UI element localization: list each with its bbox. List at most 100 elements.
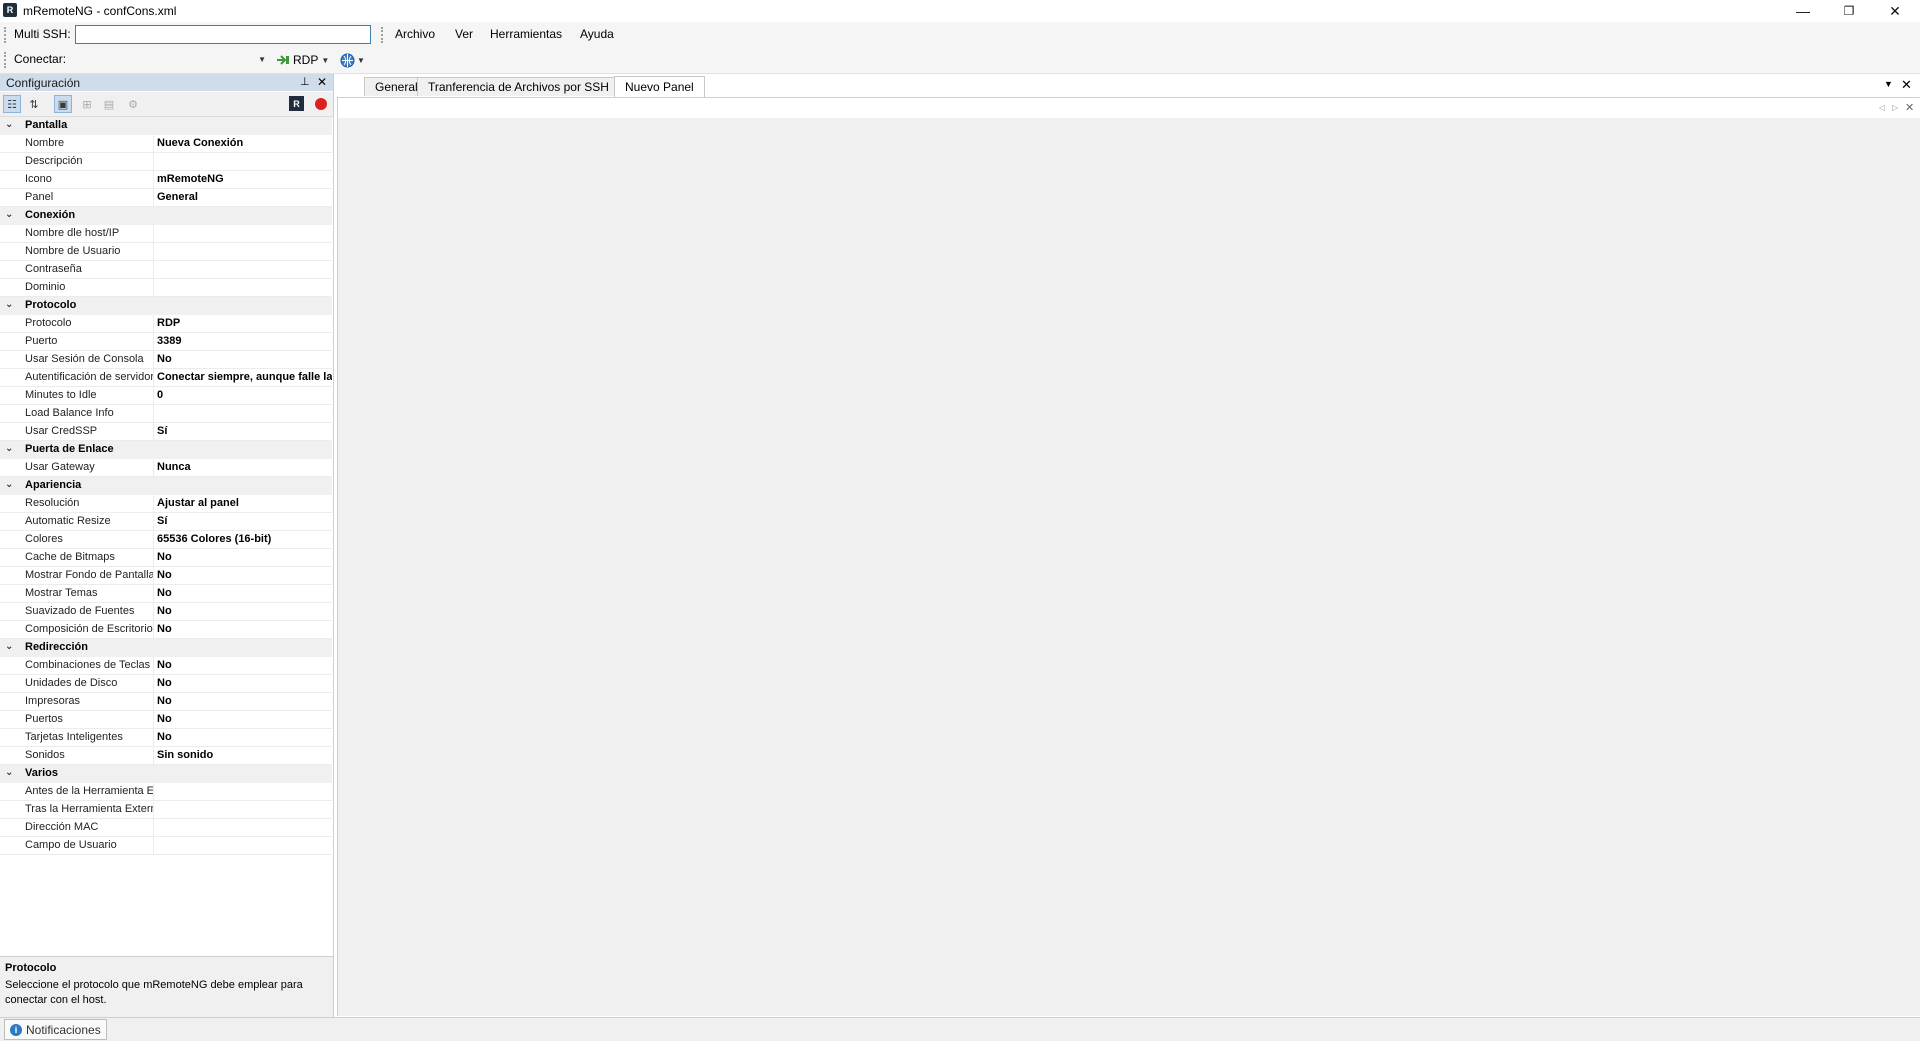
external-tools-button[interactable]: ▼ xyxy=(340,51,365,69)
property-row[interactable]: Tras la Herramienta Externa xyxy=(0,801,332,819)
property-row[interactable]: Suavizado de Fuentes No xyxy=(0,603,332,621)
property-value[interactable]: General xyxy=(157,191,332,203)
property-value[interactable]: Sin sonido xyxy=(157,749,332,761)
close-button[interactable]: ✕ xyxy=(1872,0,1918,22)
property-value[interactable]: Nunca xyxy=(157,461,332,473)
menu-grip-icon[interactable] xyxy=(381,27,386,43)
property-row[interactable]: Automatic Resize Sí xyxy=(0,513,332,531)
connect-combobox[interactable]: ▼ xyxy=(72,50,270,69)
toolbar-grip-icon[interactable] xyxy=(4,27,9,43)
pin-icon[interactable]: ⊥ xyxy=(300,75,310,88)
category-row[interactable]: ⌄ Protocolo xyxy=(0,297,332,315)
panel-close-icon[interactable]: ✕ xyxy=(1901,77,1912,93)
category-row[interactable]: ⌄ Redirección xyxy=(0,639,332,657)
chevron-down-icon[interactable]: ⌄ xyxy=(5,119,13,130)
property-value[interactable]: No xyxy=(157,695,332,707)
property-row[interactable]: Dominio xyxy=(0,279,332,297)
category-row[interactable]: ⌄ Varios xyxy=(0,765,332,783)
property-row[interactable]: Dirección MAC xyxy=(0,819,332,837)
property-row[interactable]: Unidades de Disco No xyxy=(0,675,332,693)
menu-ayuda[interactable]: Ayuda xyxy=(580,27,614,41)
tab-ssh-file-transfer[interactable]: Tranferencia de Archivos por SSH xyxy=(417,77,620,96)
property-row[interactable]: Nombre Nueva Conexión xyxy=(0,135,332,153)
property-row[interactable]: Load Balance Info xyxy=(0,405,332,423)
property-value[interactable]: No xyxy=(157,659,332,671)
chevron-down-icon[interactable]: ⌄ xyxy=(5,479,13,490)
property-value[interactable]: Sí xyxy=(157,425,332,437)
multi-ssh-input[interactable] xyxy=(75,25,371,44)
property-value[interactable]: No xyxy=(157,731,332,743)
chevron-down-icon[interactable]: ⌄ xyxy=(5,209,13,220)
inheritance-view-icon[interactable]: ⊞ xyxy=(78,95,96,113)
chevron-down-icon[interactable]: ⌄ xyxy=(5,767,13,778)
scroll-right-icon[interactable]: ▷ xyxy=(1892,103,1898,112)
scroll-left-icon[interactable]: ◁ xyxy=(1879,103,1885,112)
menu-ver[interactable]: Ver xyxy=(455,27,473,41)
pane-close-icon[interactable]: ✕ xyxy=(317,75,327,89)
property-row[interactable]: Cache de Bitmaps No xyxy=(0,549,332,567)
minimize-button[interactable]: — xyxy=(1780,0,1826,22)
property-row[interactable]: Autentificación de servidor Conectar siem… xyxy=(0,369,332,387)
property-value[interactable]: Sí xyxy=(157,515,332,527)
property-row[interactable]: Protocolo RDP xyxy=(0,315,332,333)
property-row[interactable]: Usar Sesión de Consola No xyxy=(0,351,332,369)
property-row[interactable]: Descripción xyxy=(0,153,332,171)
menu-archivo[interactable]: Archivo xyxy=(395,27,435,41)
category-row[interactable]: ⌄ Pantalla xyxy=(0,117,332,135)
property-value[interactable]: RDP xyxy=(157,317,332,329)
chevron-down-icon[interactable]: ⌄ xyxy=(5,443,13,454)
property-row[interactable]: Combinaciones de Teclas No xyxy=(0,657,332,675)
connect-grip-icon[interactable] xyxy=(4,52,9,68)
property-value[interactable]: 65536 Colores (16-bit) xyxy=(157,533,332,545)
property-row[interactable]: Resolución Ajustar al panel xyxy=(0,495,332,513)
property-row[interactable]: Campo de Usuario xyxy=(0,837,332,855)
property-value[interactable]: mRemoteNG xyxy=(157,173,332,185)
sort-az-icon[interactable]: ⇅ xyxy=(25,95,43,113)
property-value[interactable]: No xyxy=(157,605,332,617)
property-value[interactable]: No xyxy=(157,551,332,563)
property-value[interactable]: Nueva Conexión xyxy=(157,137,332,149)
property-value[interactable]: Ajustar al panel xyxy=(157,497,332,509)
property-value[interactable]: 3389 xyxy=(157,335,332,347)
property-row[interactable]: Nombre dle host/IP xyxy=(0,225,332,243)
default-inheritance-icon[interactable]: ⚙ xyxy=(124,95,142,113)
rdp-connect-button[interactable]: RDP ▼ xyxy=(276,51,329,69)
property-row[interactable]: Puertos No xyxy=(0,711,332,729)
property-row[interactable]: Sonidos Sin sonido xyxy=(0,747,332,765)
default-properties-icon[interactable]: ▤ xyxy=(100,95,118,113)
property-value[interactable]: No xyxy=(157,587,332,599)
property-value[interactable]: No xyxy=(157,713,332,725)
property-value[interactable]: 0 xyxy=(157,389,332,401)
property-value[interactable]: Conectar siempre, aunque falle la xyxy=(157,371,332,383)
property-row[interactable]: Antes de la Herramienta Externa xyxy=(0,783,332,801)
maximize-button[interactable]: ❐ xyxy=(1826,0,1872,22)
property-row[interactable]: Panel General xyxy=(0,189,332,207)
property-row[interactable]: Puerto 3389 xyxy=(0,333,332,351)
tab-nuevo-panel[interactable]: Nuevo Panel xyxy=(614,76,705,97)
host-status-icon[interactable]: R xyxy=(289,96,304,111)
property-value[interactable]: No xyxy=(157,623,332,635)
property-value[interactable]: No xyxy=(157,677,332,689)
property-row[interactable]: Usar CredSSP Sí xyxy=(0,423,332,441)
category-row[interactable]: ⌄ Apariencia xyxy=(0,477,332,495)
property-row[interactable]: Composición de Escritorio No xyxy=(0,621,332,639)
property-row[interactable]: Impresoras No xyxy=(0,693,332,711)
notifications-tab[interactable]: i Notificaciones xyxy=(4,1019,107,1040)
property-row[interactable]: Usar Gateway Nunca xyxy=(0,459,332,477)
record-icon[interactable] xyxy=(315,98,327,110)
properties-view-icon[interactable]: ▣ xyxy=(54,95,72,113)
chevron-down-icon[interactable]: ⌄ xyxy=(5,299,13,310)
categorized-view-icon[interactable]: ☷ xyxy=(3,95,21,113)
property-row[interactable]: Tarjetas Inteligentes No xyxy=(0,729,332,747)
category-row[interactable]: ⌄ Puerta de Enlace xyxy=(0,441,332,459)
property-row[interactable]: Mostrar Temas No xyxy=(0,585,332,603)
property-row[interactable]: Nombre de Usuario xyxy=(0,243,332,261)
chevron-down-icon[interactable]: ⌄ xyxy=(5,641,13,652)
property-value[interactable]: No xyxy=(157,569,332,581)
category-row[interactable]: ⌄ Conexión xyxy=(0,207,332,225)
tab-list-chevron-down-icon[interactable]: ▼ xyxy=(1884,79,1893,89)
property-row[interactable]: Minutes to Idle 0 xyxy=(0,387,332,405)
property-row[interactable]: Colores 65536 Colores (16-bit) xyxy=(0,531,332,549)
property-value[interactable]: No xyxy=(157,353,332,365)
menu-herramientas[interactable]: Herramientas xyxy=(490,27,562,41)
